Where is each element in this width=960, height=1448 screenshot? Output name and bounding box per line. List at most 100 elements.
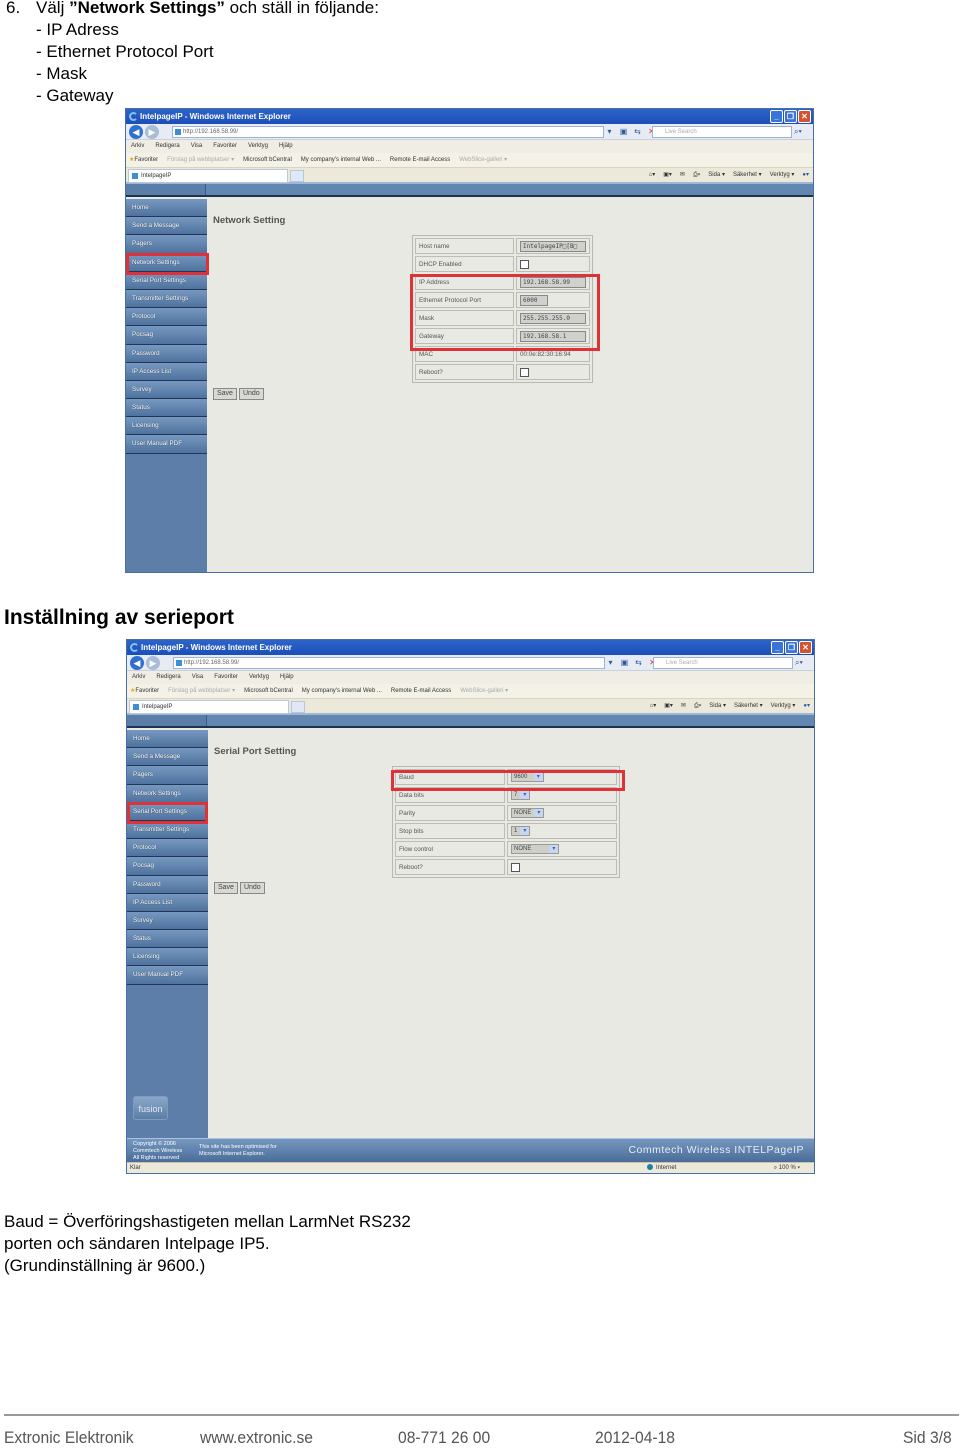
menu-view[interactable]: Visa [191, 140, 203, 153]
close-icon[interactable]: ✕ [799, 641, 812, 654]
fav-suggested[interactable]: Förslag på webbplatser ▾ [167, 153, 234, 167]
back-icon[interactable]: ◀ [129, 125, 143, 139]
dhcp-checkbox[interactable] [520, 259, 529, 269]
address-input[interactable]: http://192.168.58.99/ [172, 126, 604, 138]
mail-icon[interactable]: ✉ [681, 699, 686, 714]
data-bits-select[interactable]: 7 ▾ [511, 790, 531, 800]
menu-file[interactable]: Arkiv [131, 140, 144, 153]
address-input[interactable]: http://192.168.58.99/ [173, 657, 605, 669]
nav-pocsag[interactable]: Pocsag [127, 857, 208, 876]
nav-send-message[interactable]: Send a Message [126, 217, 207, 236]
fav-webslice[interactable]: WebSlice-galleri ▾ [459, 153, 507, 167]
fav-link[interactable]: Microsoft bCentral [244, 684, 293, 698]
favorites-button[interactable]: ★Favoriter [129, 153, 158, 167]
nav-ip-access-list[interactable]: IP Access List [126, 362, 207, 381]
cmd-page[interactable]: Sida ▾ [708, 168, 725, 183]
reboot-checkbox[interactable] [511, 862, 520, 872]
minimize-icon[interactable]: _ [771, 641, 784, 654]
new-tab-button[interactable] [290, 170, 304, 182]
nav-licensing[interactable]: Licensing [127, 948, 208, 967]
help-icon[interactable]: ●▾ [803, 699, 810, 714]
stop-bits-select[interactable]: 1 ▾ [511, 826, 531, 836]
minimize-icon[interactable]: _ [770, 110, 783, 123]
nav-user-manual[interactable]: User Manual PDF [127, 966, 208, 985]
save-button[interactable]: Save [213, 388, 237, 400]
help-icon[interactable]: ●▾ [802, 168, 809, 183]
flow-control-select[interactable]: NONE ▾ [511, 844, 560, 854]
nav-pocsag[interactable]: Pocsag [126, 326, 207, 345]
mail-icon[interactable]: ✉ [680, 168, 685, 183]
feeds-icon[interactable]: ▣▾ [663, 168, 672, 183]
menu-tools[interactable]: Verktyg [248, 140, 268, 153]
dropdown-icon[interactable]: ▾ [604, 126, 615, 137]
refresh-icon[interactable]: ⇆ [633, 657, 644, 668]
new-tab-button[interactable] [291, 701, 305, 713]
host-name-input[interactable]: IntelpageIP□[B□ [520, 240, 586, 252]
cmd-page[interactable]: Sida ▾ [709, 699, 726, 714]
browser-tab[interactable]: IntelpageIP [129, 700, 289, 714]
dropdown-icon[interactable]: ▾ [605, 657, 616, 668]
nav-pagers[interactable]: Pagers [127, 766, 208, 785]
nav-transmitter-settings[interactable]: Transmitter Settings [126, 289, 207, 309]
menu-favorites[interactable]: Favoriter [214, 671, 238, 684]
fav-link[interactable]: My company's internal Web ... [301, 153, 381, 167]
nav-status[interactable]: Status [127, 930, 208, 949]
forward-icon[interactable]: ▶ [146, 656, 160, 670]
undo-button[interactable]: Undo [239, 882, 265, 894]
nav-pagers[interactable]: Pagers [126, 235, 207, 254]
nav-protocol[interactable]: Protocol [126, 308, 207, 327]
home-icon[interactable]: ⌂▾ [650, 699, 657, 714]
nav-survey[interactable]: Survey [126, 380, 207, 400]
fav-webslice[interactable]: WebSlice-galleri ▾ [460, 684, 508, 698]
back-icon[interactable]: ◀ [130, 656, 144, 670]
search-icon[interactable]: ⌕▾ [794, 126, 812, 138]
menu-help[interactable]: Hjälp [279, 140, 293, 153]
reboot-checkbox[interactable] [520, 367, 529, 377]
print-icon[interactable]: ⎙▾ [693, 168, 700, 183]
browser-tab[interactable]: IntelpageIP [128, 169, 288, 183]
search-input[interactable]: Live Search [652, 126, 792, 138]
nav-survey[interactable]: Survey [127, 911, 208, 931]
nav-send-message[interactable]: Send a Message [127, 748, 208, 767]
save-button[interactable]: Save [214, 882, 238, 894]
forward-icon[interactable]: ▶ [145, 125, 159, 139]
cmd-safety[interactable]: Säkerhet ▾ [733, 168, 762, 183]
menu-edit[interactable]: Redigera [156, 671, 180, 684]
fav-link[interactable]: Remote E-mail Access [390, 153, 450, 167]
menu-edit[interactable]: Redigera [155, 140, 179, 153]
nav-protocol[interactable]: Protocol [127, 839, 208, 858]
nav-ip-access-list[interactable]: IP Access List [127, 893, 208, 912]
menu-favorites[interactable]: Favoriter [213, 140, 237, 153]
compat-icon[interactable]: ▣ [619, 657, 630, 668]
close-icon[interactable]: ✕ [798, 110, 811, 123]
feeds-icon[interactable]: ▣▾ [664, 699, 673, 714]
fav-suggested[interactable]: Förslag på webbplatser ▾ [168, 684, 235, 698]
undo-button[interactable]: Undo [238, 388, 264, 400]
nav-password[interactable]: Password [126, 344, 207, 363]
search-icon[interactable]: ⌕▾ [795, 657, 813, 669]
fav-link[interactable]: My company's internal Web ... [302, 684, 382, 698]
restore-icon[interactable]: ❐ [784, 110, 797, 123]
cmd-safety[interactable]: Säkerhet ▾ [734, 699, 763, 714]
cmd-tools[interactable]: Verktyg ▾ [771, 699, 796, 714]
nav-home[interactable]: Home [126, 199, 207, 218]
nav-licensing[interactable]: Licensing [126, 417, 207, 436]
nav-network-settings[interactable]: Network Settings [127, 784, 208, 803]
fav-link[interactable]: Remote E-mail Access [391, 684, 451, 698]
fav-link[interactable]: Microsoft bCentral [243, 153, 292, 167]
nav-status[interactable]: Status [126, 399, 207, 418]
compat-icon[interactable]: ▣ [618, 126, 629, 137]
menu-tools[interactable]: Verktyg [249, 671, 269, 684]
nav-home[interactable]: Home [127, 730, 208, 749]
search-input[interactable]: Live Search [653, 657, 793, 669]
home-icon[interactable]: ⌂▾ [649, 168, 656, 183]
zoom-level[interactable]: ⌕ 100 % ▾ [774, 1163, 800, 1173]
menu-help[interactable]: Hjälp [280, 671, 294, 684]
cmd-tools[interactable]: Verktyg ▾ [770, 168, 795, 183]
restore-icon[interactable]: ❐ [785, 641, 798, 654]
favorites-button[interactable]: ★Favoriter [130, 684, 159, 698]
parity-select[interactable]: NONE ▾ [511, 808, 545, 818]
footer-website[interactable]: www.extronic.se [200, 1428, 313, 1448]
nav-user-manual[interactable]: User Manual PDF [126, 435, 207, 454]
print-icon[interactable]: ⎙▾ [694, 699, 701, 714]
